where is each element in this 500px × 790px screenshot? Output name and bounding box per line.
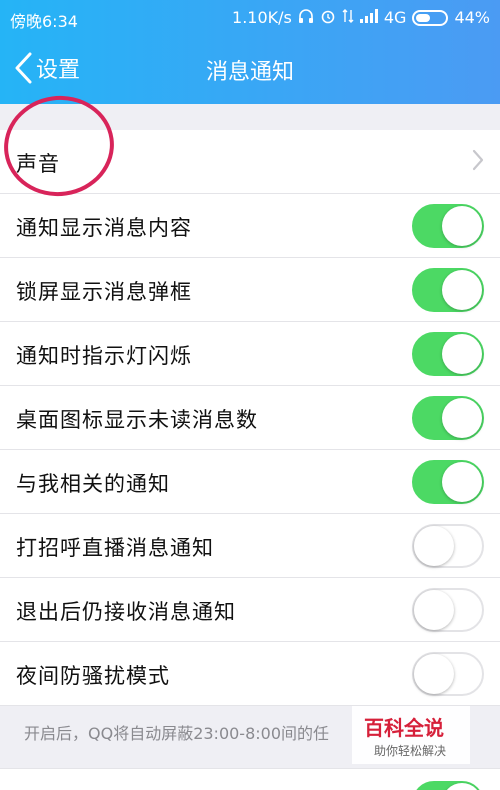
- row-label: 桌面图标显示未读消息数: [16, 408, 258, 432]
- signal-icon: [359, 9, 378, 26]
- footnote-text: 开启后，QQ将自动屏蔽23:00-8:00间的任: [24, 724, 330, 743]
- row-led-blink: 通知时指示灯闪烁: [0, 322, 500, 386]
- row-label: 与我相关的通知: [16, 472, 170, 496]
- toggle-switch[interactable]: [412, 588, 484, 632]
- row-label: 退出后仍接收消息通知: [16, 600, 236, 624]
- alarm-icon: [320, 8, 336, 27]
- header: 傍晚6:34 1.10K/s 4G 44% 设置 消息通知: [0, 0, 500, 104]
- toggle-switch[interactable]: [412, 652, 484, 696]
- watermark-subtitle: 助你轻松解决: [374, 744, 447, 758]
- row-label: 通知显示消息内容: [16, 216, 192, 240]
- headphone-icon: [298, 8, 314, 27]
- chevron-right-icon: [472, 149, 484, 171]
- page-title: 消息通知: [205, 60, 294, 85]
- watermark-title: 百科全说: [364, 716, 444, 740]
- status-icons: 1.10K/s 4G 44%: [232, 8, 490, 27]
- toggle-switch[interactable]: [412, 268, 484, 312]
- row-lockscreen-popup: 锁屏显示消息弹框: [0, 258, 500, 322]
- section-gap: [0, 104, 500, 130]
- toggle-switch[interactable]: [412, 781, 484, 790]
- row-night-dnd: 夜间防骚扰模式: [0, 642, 500, 706]
- row-receive-after-exit: 退出后仍接收消息通知: [0, 578, 500, 642]
- network-type: 4G: [383, 8, 407, 27]
- network-speed: 1.10K/s: [232, 8, 292, 27]
- settings-list: 声音 通知显示消息内容 锁屏显示消息弹框 通知时指示灯闪烁 桌面图标显示未读消息…: [0, 130, 500, 706]
- status-time: 傍晚6:34: [10, 12, 78, 31]
- battery-icon: [412, 9, 449, 26]
- row-greeting-live: 打招呼直播消息通知: [0, 514, 500, 578]
- row-sound[interactable]: 声音: [0, 130, 500, 194]
- battery-level: 44%: [454, 8, 490, 27]
- row-partial: [0, 768, 500, 790]
- toggle-switch[interactable]: [412, 396, 484, 440]
- toggle-switch[interactable]: [412, 204, 484, 248]
- row-label: 锁屏显示消息弹框: [16, 280, 192, 304]
- toggle-switch[interactable]: [412, 460, 484, 504]
- row-notification-content: 通知显示消息内容: [0, 194, 500, 258]
- row-related-notifications: 与我相关的通知: [0, 450, 500, 514]
- toggle-switch[interactable]: [412, 524, 484, 568]
- row-label: 声音: [16, 152, 60, 176]
- status-bar: 傍晚6:34 1.10K/s 4G 44%: [0, 0, 500, 36]
- row-label: 通知时指示灯闪烁: [16, 344, 192, 368]
- toggle-switch[interactable]: [412, 332, 484, 376]
- row-label: 夜间防骚扰模式: [16, 664, 170, 688]
- nav-bar: 设置 消息通知: [0, 40, 500, 100]
- row-label: 打招呼直播消息通知: [16, 536, 214, 560]
- row-unread-badge: 桌面图标显示未读消息数: [0, 386, 500, 450]
- data-transfer-icon: [342, 8, 354, 27]
- watermark: 百科全说 助你轻松解决: [352, 706, 470, 764]
